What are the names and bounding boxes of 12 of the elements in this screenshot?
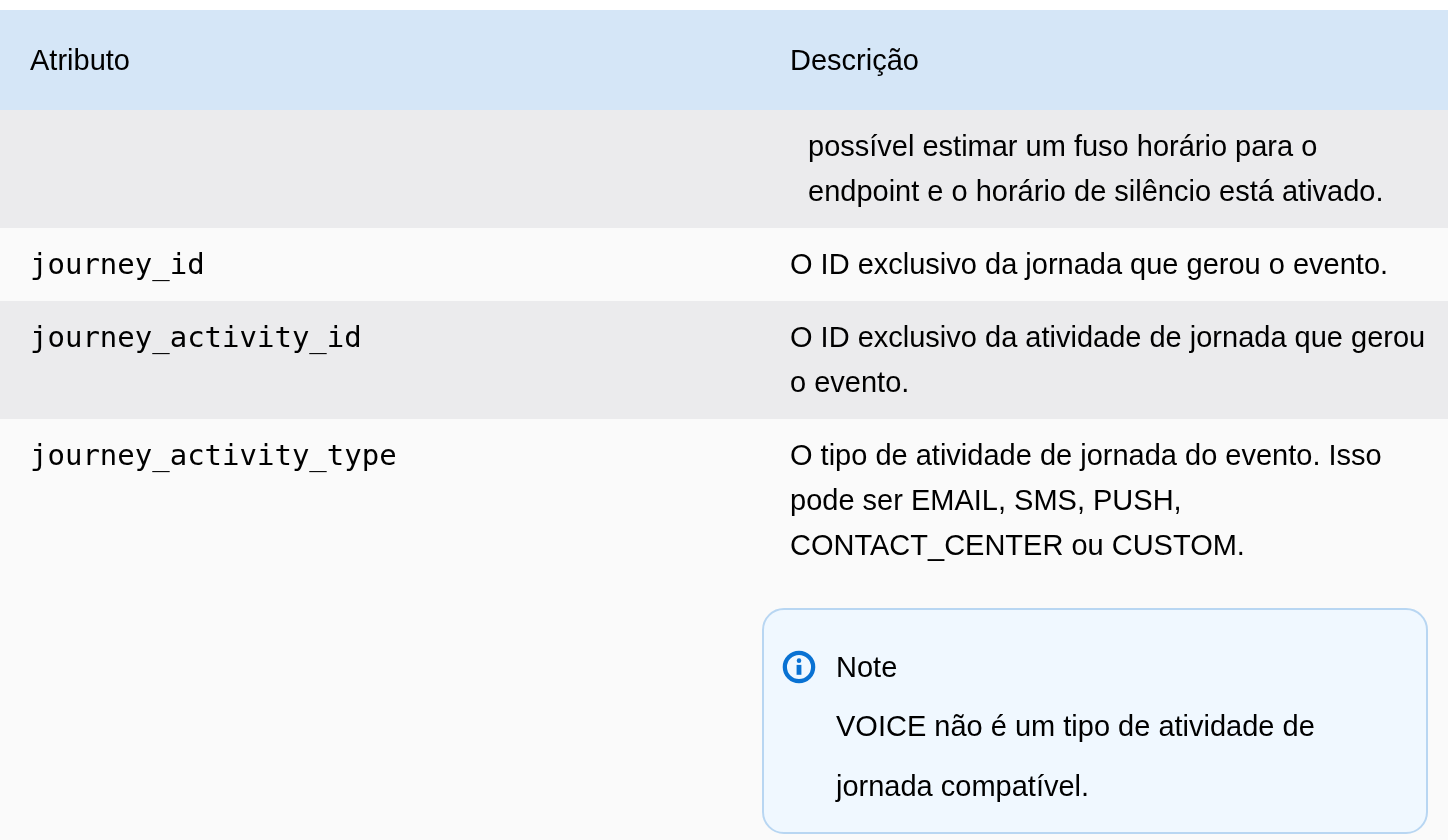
attribute-name: journey_activity_id	[30, 320, 362, 354]
column-header: Descrição	[790, 43, 920, 77]
description-text: O ID exclusivo da jornada que gerou o evento.	[790, 247, 1390, 282]
description-text: O ID exclusivo da atividade de jornada que gerou o evento.	[790, 320, 1427, 400]
note-title: Note	[836, 650, 898, 684]
attribute-name: journey_activity_type	[30, 438, 397, 472]
info-icon	[782, 650, 816, 684]
attribute-name: journey_id	[30, 247, 205, 281]
description-text: possível estimar um fuso horário para o endpoint e o horário de silêncio está ativado.	[807, 129, 1385, 209]
note-text: VOICE não é um tipo de atividade de jornada compatível.	[834, 709, 1316, 804]
description-text: O tipo de atividade de jornada do evento. Isso pode ser EMAIL, SMS, PUSH, CONTACT_CENTER ou CUSTOM.	[790, 438, 1383, 563]
column-header: Atributo	[29, 43, 131, 77]
